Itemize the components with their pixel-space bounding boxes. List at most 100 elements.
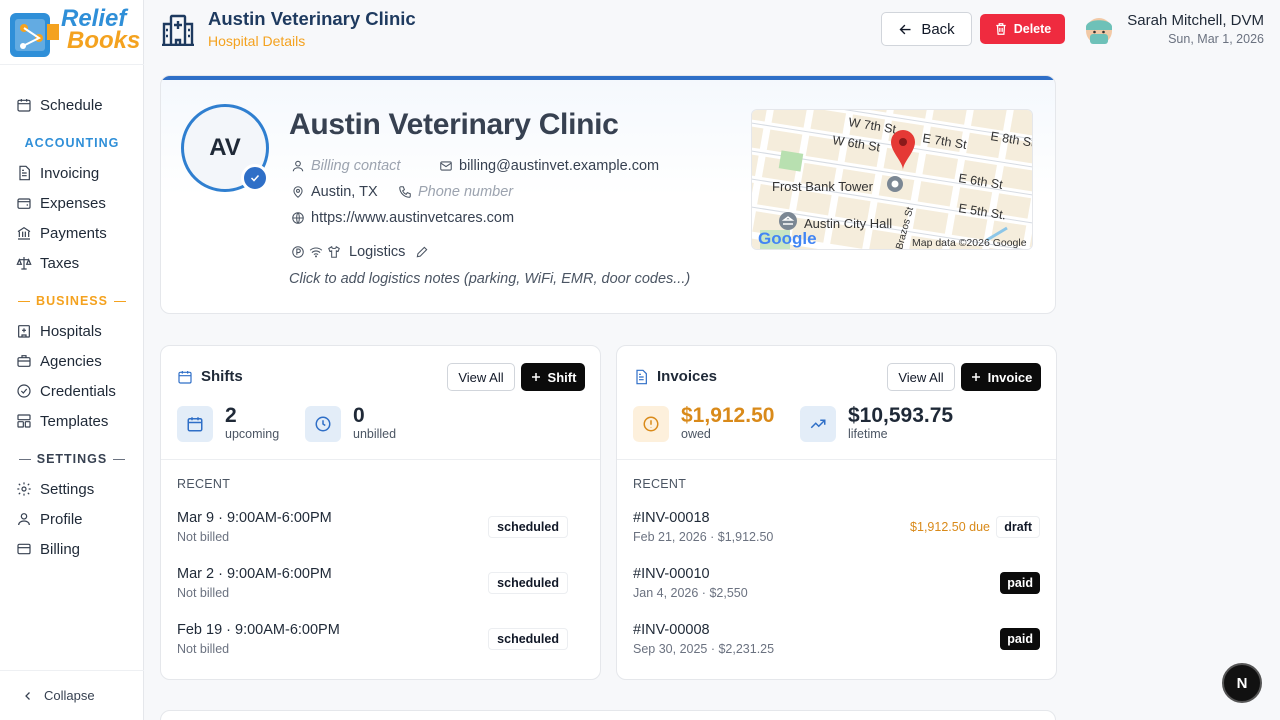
divider <box>0 64 144 65</box>
sidebar-item-label: Schedule <box>40 96 103 114</box>
shirt-icon <box>328 245 340 258</box>
sidebar-item-taxes[interactable]: Taxes <box>16 252 79 274</box>
sidebar-item-agencies[interactable]: Agencies <box>16 350 102 372</box>
logo-wordmark: Relief Books <box>61 7 140 53</box>
location-field[interactable]: Austin, TX <box>291 184 378 200</box>
user-icon <box>18 513 30 526</box>
shift-billing-status: Not billed <box>177 530 230 544</box>
add-invoice-button[interactable]: Invoice <box>961 363 1041 391</box>
status-badge: scheduled <box>488 628 568 650</box>
trash-icon <box>996 23 1006 35</box>
section-business: BUSINESS <box>0 294 144 308</box>
sidebar-item-profile[interactable]: Profile <box>16 508 83 530</box>
unbilled-count: 0 <box>353 404 365 427</box>
sidebar-item-label: Invoicing <box>40 164 100 182</box>
shifts-view-all-button[interactable]: View All <box>447 363 515 391</box>
logo-icon <box>10 13 59 57</box>
sidebar-item-credentials[interactable]: Credentials <box>16 380 116 402</box>
website-link[interactable]: https://www.austinvetcares.com <box>291 210 514 226</box>
sidebar-item-billing[interactable]: Billing <box>16 538 80 560</box>
check-circle-icon <box>17 384 31 398</box>
phone-field[interactable]: Phone number <box>398 184 513 200</box>
parking-icon <box>292 246 304 258</box>
delete-button[interactable]: Delete <box>980 14 1065 44</box>
section-label: BUSINESS <box>36 294 108 308</box>
logistics-row[interactable]: Logistics <box>291 244 429 260</box>
section-dash <box>113 459 126 461</box>
document-icon <box>636 369 647 384</box>
collapse-button[interactable]: Collapse <box>0 670 144 720</box>
sidebar-item-templates[interactable]: Templates <box>16 410 108 432</box>
clock-icon <box>305 406 341 442</box>
map-attribution: Map data ©2026 Google <box>912 237 1027 249</box>
user-avatar[interactable] <box>1084 12 1114 46</box>
section-settings: SETTINGS <box>0 452 144 466</box>
location-map[interactable]: W 7th St E 8th St W 6th St E 7th St Fros… <box>751 109 1033 250</box>
sidebar-item-hospitals[interactable]: Hospitals <box>16 320 102 342</box>
hospital-name: Austin Veterinary Clinic <box>289 108 619 141</box>
section-dash <box>113 301 126 303</box>
invoice-number: #INV-00018 <box>633 510 710 526</box>
user-name: Sarah Mitchell, DVM <box>1127 12 1264 29</box>
invoice-row[interactable]: #INV-00008 Sep 30, 2025 · $2,231.25 paid <box>617 622 1056 668</box>
sidebar-item-settings[interactable]: Settings <box>16 478 94 500</box>
dev-tools-button[interactable]: N <box>1222 663 1262 703</box>
sidebar-item-label: Credentials <box>40 382 116 400</box>
shift-time: Mar 2 · 9:00AM-6:00PM <box>177 566 332 582</box>
invoices-panel: Invoices View All Invoice $1,912.50 owed… <box>616 345 1057 680</box>
bank-icon <box>17 226 31 240</box>
shift-billing-status: Not billed <box>177 586 230 600</box>
verified-icon <box>241 164 269 192</box>
website-value: https://www.austinvetcares.com <box>311 210 515 226</box>
billing-contact-placeholder: Billing contact <box>311 158 401 174</box>
shift-row[interactable]: Mar 9 · 9:00AM-6:00PM Not billed schedul… <box>161 510 600 556</box>
invoice-meta: Feb 21, 2026 · $1,912.50 <box>633 530 774 544</box>
sidebar-item-expenses[interactable]: Expenses <box>16 192 106 214</box>
billing-contact-field[interactable]: Billing contact <box>291 158 400 174</box>
sidebar: Relief Books Schedule ACCOUNTING Invoici… <box>0 0 144 720</box>
sidebar-item-label: Expenses <box>40 194 106 212</box>
shifts-title-label: Shifts <box>201 368 243 385</box>
sidebar-item-schedule[interactable]: Schedule <box>16 94 103 116</box>
lifetime-label: lifetime <box>848 427 888 441</box>
invoice-meta: Jan 4, 2026 · $2,550 <box>633 586 748 600</box>
location-value: Austin, TX <box>311 184 378 200</box>
delete-label: Delete <box>1013 22 1052 36</box>
invoice-row[interactable]: #INV-00010 Jan 4, 2026 · $2,550 paid <box>617 566 1056 612</box>
invoices-title: Invoices <box>633 368 717 385</box>
add-invoice-label: Invoice <box>987 369 1033 385</box>
upcoming-count: 2 <box>225 404 237 427</box>
map-label: Frost Bank Tower <box>772 179 874 194</box>
mail-icon <box>440 161 452 171</box>
amount-due: $1,912.50 due <box>910 520 990 534</box>
shift-row[interactable]: Feb 19 · 9:00AM-6:00PM Not billed schedu… <box>161 622 600 668</box>
chevron-left-icon <box>25 691 30 700</box>
back-button[interactable]: Back <box>881 12 972 46</box>
sidebar-item-label: Billing <box>40 540 81 558</box>
email-field[interactable]: billing@austinvet.example.com <box>439 158 659 174</box>
status-badge: paid <box>1000 572 1040 594</box>
invoices-view-all-button[interactable]: View All <box>887 363 955 391</box>
phone-icon <box>399 186 411 198</box>
sidebar-item-payments[interactable]: Payments <box>16 222 107 244</box>
unbilled-label: unbilled <box>353 427 397 441</box>
invoice-row[interactable]: #INV-00018 Feb 21, 2026 · $1,912.50 $1,9… <box>617 510 1056 556</box>
section-label: SETTINGS <box>36 452 108 466</box>
sidebar-item-label: Payments <box>40 224 107 242</box>
credit-card-icon <box>17 543 31 555</box>
recent-heading: RECENT <box>633 477 687 491</box>
logistics-notes[interactable]: Click to add logistics notes (parking, W… <box>289 271 690 287</box>
upcoming-label: upcoming <box>225 427 280 441</box>
logistics-label: Logistics <box>349 244 406 260</box>
hospital-initials: AV <box>209 134 241 161</box>
lifetime-amount: $10,593.75 <box>848 404 954 427</box>
owed-amount: $1,912.50 <box>681 404 775 427</box>
app-logo[interactable]: Relief Books <box>9 7 140 60</box>
shift-row[interactable]: Mar 2 · 9:00AM-6:00PM Not billed schedul… <box>161 566 600 612</box>
sidebar-item-invoicing[interactable]: Invoicing <box>16 162 99 184</box>
wifi-icon <box>309 247 323 258</box>
add-shift-button[interactable]: Shift <box>521 363 585 391</box>
document-icon <box>19 165 30 181</box>
card-accent-bar <box>161 76 1055 80</box>
pencil-icon[interactable] <box>415 245 429 259</box>
